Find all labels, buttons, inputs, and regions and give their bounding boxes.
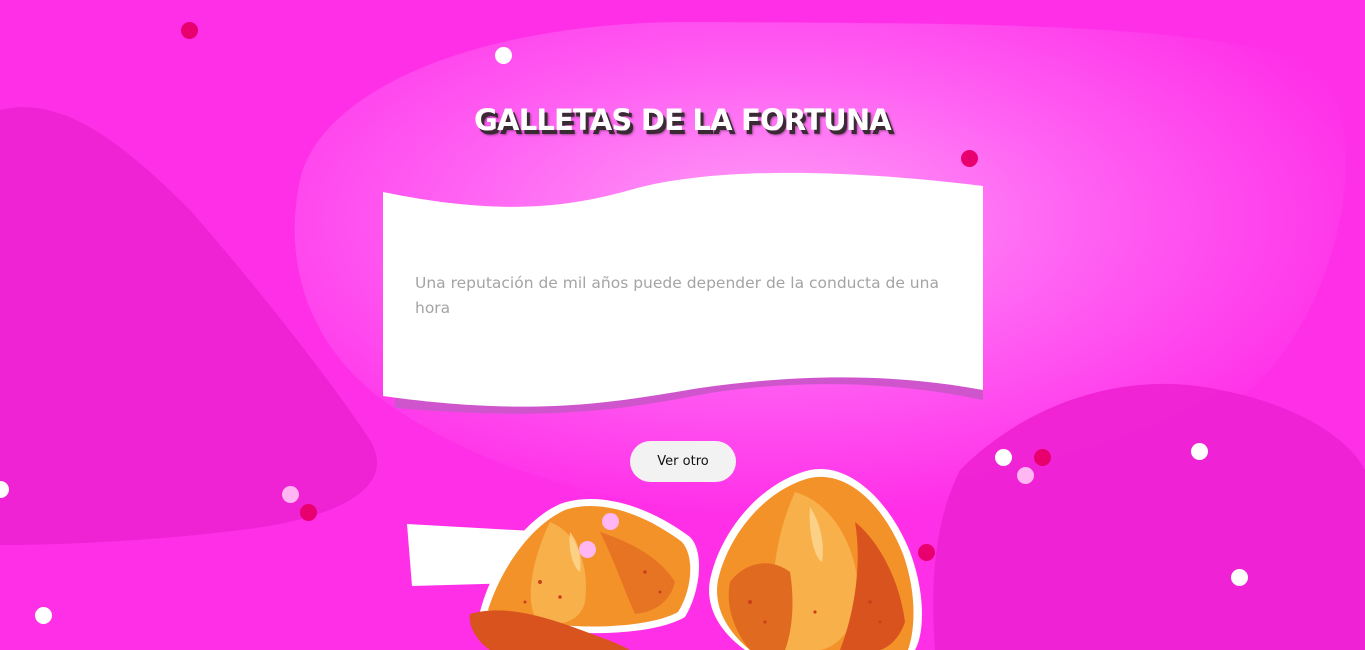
decor-dot: [1034, 449, 1051, 466]
decor-dot: [181, 22, 198, 39]
decor-dot: [35, 607, 52, 624]
fortune-message: Una reputación de mil años puede depende…: [415, 274, 939, 317]
decor-dot: [579, 541, 596, 558]
decor-dot: [300, 504, 317, 521]
decor-dot: [918, 544, 935, 561]
decor-dot: [282, 486, 299, 503]
decor-dot: [495, 47, 512, 64]
fortune-cookies-icon: [407, 468, 922, 650]
decor-dot: [961, 150, 978, 167]
decor-dot: [602, 513, 619, 530]
page-title: GALLETAS DE LA FORTUNA: [474, 103, 892, 137]
decor-dot: [1191, 443, 1208, 460]
decor-dot: [1231, 569, 1248, 586]
decor-dot: [1017, 467, 1034, 484]
decor-dot: [995, 449, 1012, 466]
